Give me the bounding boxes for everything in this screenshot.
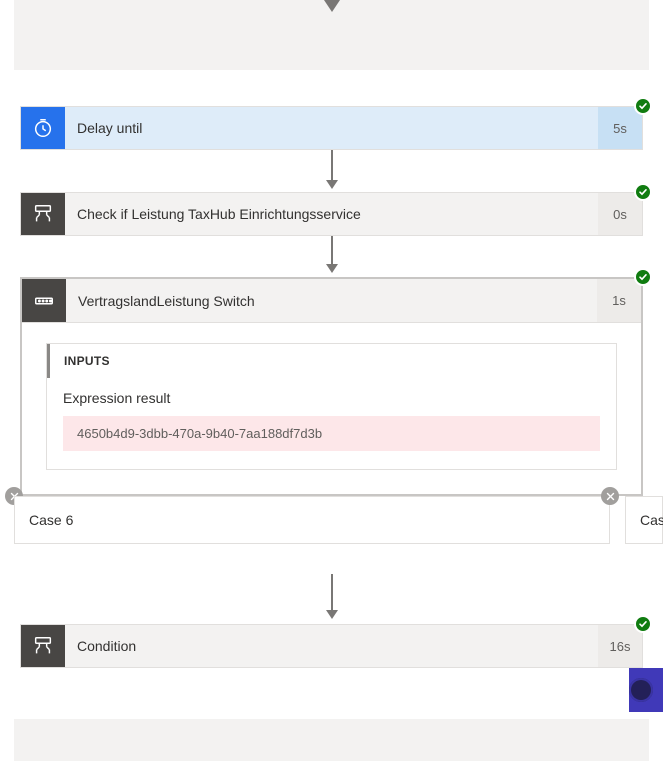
action-title: Delay until — [65, 107, 598, 149]
action-duration: 0s — [598, 193, 642, 235]
action-delay-until[interactable]: Delay until 5s — [20, 106, 643, 150]
condition-icon — [21, 193, 65, 235]
action-condition[interactable]: Condition 16s — [20, 624, 643, 668]
timer-icon — [21, 107, 65, 149]
flow-canvas: Delay until 5s Check if Leistung TaxHub … — [0, 0, 663, 761]
case-label: Case 6 — [29, 512, 73, 528]
action-duration: 1s — [597, 279, 641, 322]
avatar — [629, 678, 653, 702]
action-check-leistung[interactable]: Check if Leistung TaxHub Einrichtungsser… — [20, 192, 643, 236]
incoming-arrowhead — [324, 0, 340, 12]
connector-arrow — [326, 574, 338, 619]
inputs-heading: INPUTS — [47, 344, 616, 378]
action-title: VertragslandLeistung Switch — [66, 279, 597, 322]
action-vertragsland-switch[interactable]: VertragslandLeistung Switch 1s INPUTS Ex… — [20, 277, 643, 496]
switch-case-next[interactable]: Case — [625, 496, 663, 544]
action-title: Condition — [65, 625, 598, 667]
success-icon — [634, 97, 652, 115]
switch-case-6[interactable]: Case 6 — [14, 496, 610, 544]
expression-label: Expression result — [63, 390, 600, 406]
condition-icon — [21, 625, 65, 667]
close-icon[interactable] — [601, 487, 619, 505]
expression-value: 4650b4d9-3dbb-470a-9b40-7aa188df7d3b — [63, 416, 600, 451]
connector-arrow — [326, 150, 338, 189]
parent-container-top — [14, 0, 649, 70]
success-icon — [634, 615, 652, 633]
action-header[interactable]: VertragslandLeistung Switch 1s — [22, 279, 641, 323]
connector-arrow — [326, 236, 338, 273]
switch-icon — [22, 279, 66, 322]
success-icon — [634, 183, 652, 201]
action-duration: 16s — [598, 625, 642, 667]
success-icon — [634, 268, 652, 286]
inputs-panel: INPUTS Expression result 4650b4d9-3dbb-4… — [46, 343, 617, 470]
case-label: Case — [640, 512, 663, 528]
action-duration: 5s — [598, 107, 642, 149]
action-body: INPUTS Expression result 4650b4d9-3dbb-4… — [22, 323, 641, 494]
help-widget[interactable] — [629, 668, 663, 712]
action-title: Check if Leistung TaxHub Einrichtungsser… — [65, 193, 598, 235]
parent-container-bottom — [14, 719, 649, 761]
